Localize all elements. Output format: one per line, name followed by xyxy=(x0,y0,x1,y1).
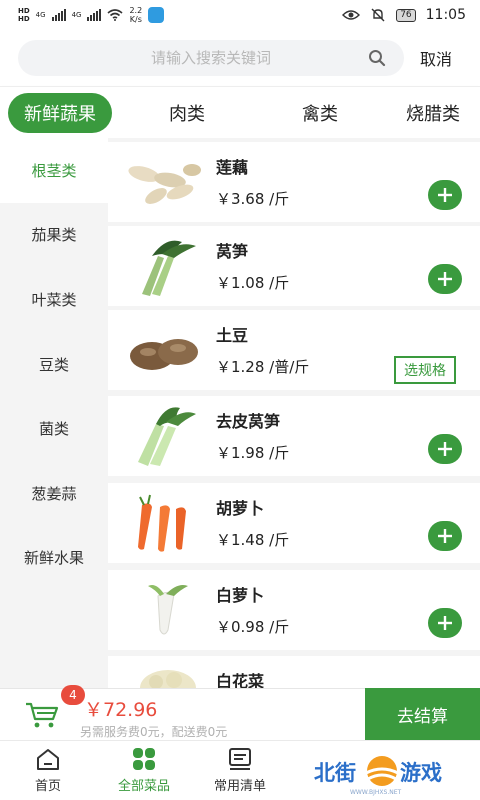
sidebar-item-solanaceous[interactable]: 茄果类 xyxy=(0,203,108,268)
sidebar-item-root-vegetables[interactable]: 根茎类 xyxy=(0,138,108,203)
plus-icon xyxy=(438,616,452,630)
cart-fee-note: 另需服务费0元，配送费0元 xyxy=(80,725,228,739)
product-name: 土豆 xyxy=(216,326,249,345)
mute-bell-icon xyxy=(371,8,385,22)
battery-icon: 76 xyxy=(396,8,416,22)
search-bar: 取消 xyxy=(0,30,480,86)
cart-bar: 4 ￥72.96 另需服务费0元，配送费0元 去结算 xyxy=(0,685,480,741)
sidebar-item-scallion-ginger-garlic[interactable]: 葱姜蒜 xyxy=(0,461,108,526)
sun-logo-icon xyxy=(365,756,399,786)
product-name: 去皮莴笋 xyxy=(216,412,281,431)
product-price: ￥1.98 /斤 xyxy=(216,444,290,462)
clock: 11:05 xyxy=(425,7,466,23)
tab-fresh-produce[interactable]: 新鲜蔬果 xyxy=(8,92,112,133)
product-list: 莲藕 ￥3.68 /斤 莴笋 ￥1.08 /斤 土豆 ￥1.28 /普/斤 选规… xyxy=(108,138,480,688)
shopping-cart-icon[interactable] xyxy=(24,701,60,729)
product-item[interactable]: 白花菜 xyxy=(108,656,480,688)
app-notification-icon xyxy=(148,7,165,23)
product-item[interactable]: 白萝卜 ￥0.98 /斤 xyxy=(108,570,480,650)
nav-label: 常用清单 xyxy=(213,779,266,794)
peeled-lettuce-stem-image xyxy=(138,407,196,466)
plus-icon xyxy=(438,272,452,286)
grid-icon xyxy=(133,748,155,770)
cauliflower-image xyxy=(140,670,196,688)
product-item[interactable]: 去皮莴笋 ￥1.98 /斤 xyxy=(108,396,480,476)
subcategory-sidebar: 根茎类 茄果类 叶菜类 豆类 菌类 葱姜蒜 新鲜水果 xyxy=(0,138,108,688)
tab-meat[interactable]: 肉类 xyxy=(112,100,262,126)
nav-item-all-dishes[interactable]: 全部菜品 xyxy=(99,747,189,794)
watermark-logo: 北街 游戏 WWW.BJHXS.NET xyxy=(310,747,460,797)
watermark-text: 北街 xyxy=(314,761,356,785)
product-item[interactable]: 土豆 ￥1.28 /普/斤 选规格 xyxy=(108,310,480,390)
status-right: 76 11:05 xyxy=(342,7,466,23)
product-name: 白萝卜 xyxy=(216,586,265,605)
sidebar-item-leafy-greens[interactable]: 叶菜类 xyxy=(0,267,108,332)
tab-poultry[interactable]: 禽类 xyxy=(262,100,378,126)
hd-label: HD xyxy=(18,15,30,23)
cart-count-badge: 4 xyxy=(61,685,85,705)
potato-image xyxy=(130,339,198,370)
watermark-url: WWW.BJHXS.NET xyxy=(350,789,402,796)
tab-roast-meat[interactable]: 烧腊类 xyxy=(406,100,460,126)
net-speed-value: 2.2 xyxy=(129,6,143,15)
product-item[interactable]: 莴笋 ￥1.08 /斤 xyxy=(108,226,480,306)
lotus-root-image xyxy=(128,164,201,204)
product-price: ￥0.98 /斤 xyxy=(216,618,290,636)
status-left: HD HD 4G 4G 2.2 K/s xyxy=(18,6,165,24)
product-price: ￥1.28 /普/斤 xyxy=(216,358,310,376)
product-price: ￥1.08 /斤 xyxy=(216,274,290,292)
plus-icon xyxy=(438,442,452,456)
list-icon xyxy=(229,748,251,770)
white-radish-image xyxy=(148,585,188,635)
product-name: 莲藕 xyxy=(216,158,249,177)
watermark-text: 游戏 xyxy=(400,761,442,785)
cart-total-price: ￥72.96 xyxy=(84,699,158,721)
product-item[interactable]: 莲藕 ￥3.68 /斤 xyxy=(108,142,480,222)
net-speed-unit: K/s xyxy=(129,15,142,24)
eye-icon xyxy=(342,10,361,20)
nav-item-home[interactable]: 首页 xyxy=(3,747,93,794)
search-input[interactable] xyxy=(18,40,404,76)
select-spec-button[interactable]: 选规格 xyxy=(394,356,456,384)
product-name: 莴笋 xyxy=(216,242,249,261)
wifi-icon xyxy=(107,9,123,21)
lettuce-stem-image xyxy=(142,240,196,296)
bottom-nav: 首页 全部菜品 常用清单 北街 游戏 WWW.BJHXS.NET xyxy=(0,740,480,800)
add-to-cart-button[interactable] xyxy=(428,608,462,638)
signal-icon xyxy=(87,9,102,21)
hd-label: HD xyxy=(18,7,30,15)
nav-label: 全部菜品 xyxy=(117,779,170,794)
nav-label: 首页 xyxy=(34,779,61,794)
cancel-button[interactable]: 取消 xyxy=(420,46,452,70)
product-name: 白花菜 xyxy=(216,672,265,688)
sidebar-item-beans[interactable]: 豆类 xyxy=(0,332,108,397)
sidebar-item-fresh-fruit[interactable]: 新鲜水果 xyxy=(0,526,108,591)
plus-icon xyxy=(438,529,452,543)
product-name: 胡萝卜 xyxy=(216,499,265,518)
product-item[interactable]: 胡萝卜 ￥1.48 /斤 xyxy=(108,483,480,563)
signal-icon xyxy=(51,9,66,21)
network-type: 4G xyxy=(71,11,82,19)
net-speed: 2.2 K/s xyxy=(129,6,142,24)
nav-item-common-list[interactable]: 常用清单 xyxy=(195,747,285,794)
add-to-cart-button[interactable] xyxy=(428,434,462,464)
add-to-cart-button[interactable] xyxy=(428,180,462,210)
network-type: 4G xyxy=(35,11,46,19)
search-box[interactable] xyxy=(18,40,404,76)
category-tabs: 新鲜蔬果 肉类 禽类 烧腊类 xyxy=(0,86,480,138)
product-price: ￥3.68 /斤 xyxy=(216,190,290,208)
checkout-button[interactable]: 去结算 xyxy=(365,688,480,741)
carrot-image xyxy=(138,494,186,552)
home-icon xyxy=(37,749,59,770)
add-to-cart-button[interactable] xyxy=(428,521,462,551)
status-bar: HD HD 4G 4G 2.2 K/s 76 11:05 xyxy=(0,0,480,30)
product-price: ￥1.48 /斤 xyxy=(216,531,290,549)
search-icon[interactable] xyxy=(368,49,386,67)
add-to-cart-button[interactable] xyxy=(428,264,462,294)
sidebar-item-mushrooms[interactable]: 菌类 xyxy=(0,396,108,461)
plus-icon xyxy=(438,188,452,202)
hd-indicators: HD HD xyxy=(18,7,30,23)
